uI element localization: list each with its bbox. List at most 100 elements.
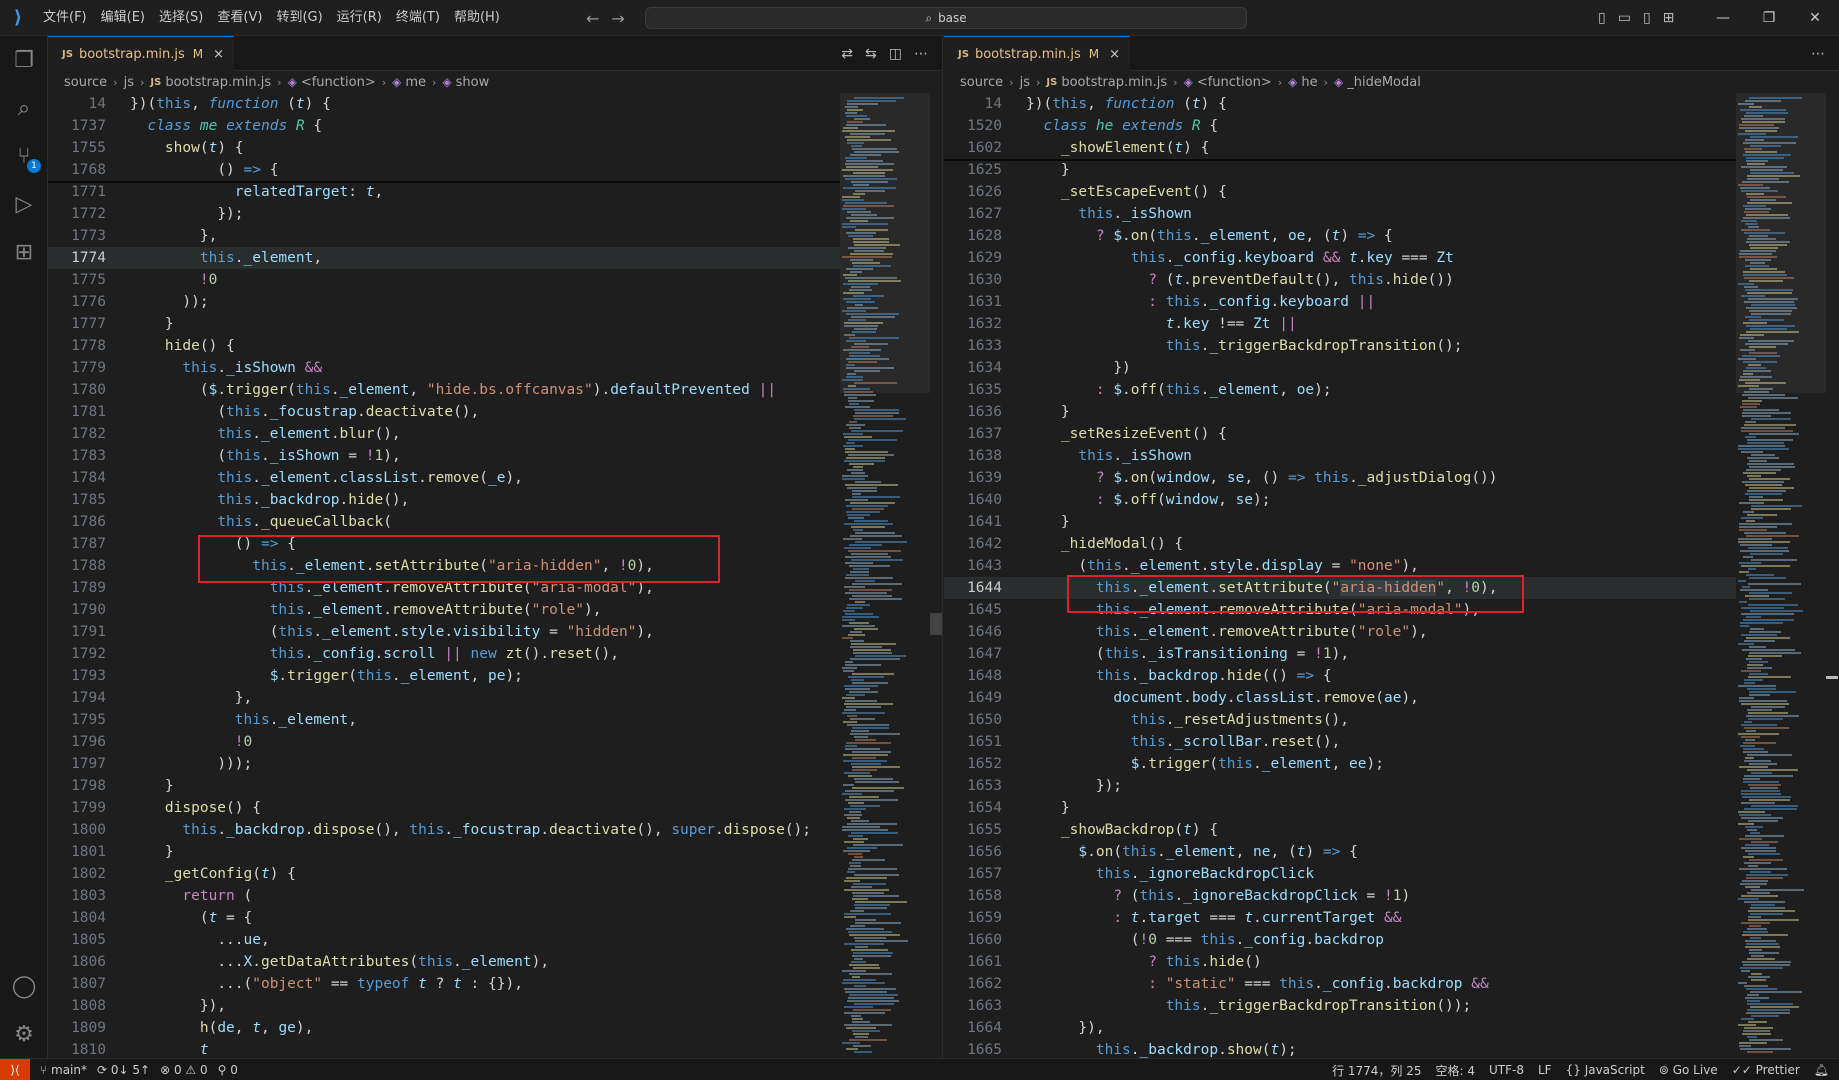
accounts-icon[interactable]: ◯ (0, 962, 48, 1010)
code-line[interactable]: 1797 ))); (48, 753, 840, 775)
code-line[interactable]: 1629 this._config.keyboard && t.key === … (944, 247, 1736, 269)
code-line[interactable]: 1809 h(de, t, ge), (48, 1017, 840, 1039)
sync-status[interactable]: ⟳ 0↓ 5↑ (97, 1063, 150, 1077)
breadcrumb-item[interactable]: _hideModal (1347, 75, 1421, 90)
menu-item[interactable]: 帮助(H) (447, 0, 507, 36)
code-line[interactable]: 1656 $.on(this._element, ne, (t) => { (944, 841, 1736, 863)
code-line[interactable]: 1630 ? (t.preventDefault(), this.hide()) (944, 269, 1736, 291)
code-line[interactable]: 1641 } (944, 511, 1736, 533)
source-control-icon[interactable]: ⑂ 1 (0, 132, 48, 180)
code-line[interactable]: 1634 }) (944, 357, 1736, 379)
code-line[interactable]: 1646 this._element.removeAttribute("role… (944, 621, 1736, 643)
code-line[interactable]: 1807 ...("object" == typeof t ? t : {}), (48, 973, 840, 995)
menu-item[interactable]: 编辑(E) (94, 0, 152, 36)
code-line[interactable]: 1768 () => { (48, 159, 840, 181)
code-line[interactable]: 1627 this._isShown (944, 203, 1736, 225)
code-line[interactable]: 1639 ? $.on(window, se, () => this._adju… (944, 467, 1736, 489)
code-line[interactable]: 1663 this._triggerBackdropTransition()); (944, 995, 1736, 1017)
code-line[interactable]: 1786 this._queueCallback( (48, 511, 840, 533)
breadcrumb-item[interactable]: he (1301, 75, 1317, 90)
code-line[interactable]: 1653 }); (944, 775, 1736, 797)
code-line[interactable]: 1782 this._element.blur(), (48, 423, 840, 445)
command-center-search[interactable]: ⌕ base (645, 7, 1247, 29)
menu-item[interactable]: 查看(V) (210, 0, 269, 36)
problems-status[interactable]: ⊗ 0 ⚠ 0 (160, 1063, 208, 1077)
code-line[interactable]: 1658 ? (this._ignoreBackdropClick = !1) (944, 885, 1736, 907)
compare-icon[interactable]: ⇆ (865, 46, 877, 62)
extensions-icon[interactable]: ⊞ (0, 228, 48, 276)
minimap[interactable] (840, 93, 930, 1058)
code-line[interactable]: 1801 } (48, 841, 840, 863)
minimap-slider[interactable] (840, 93, 930, 393)
code-line[interactable]: 1737 class me extends R { (48, 115, 840, 137)
code-line[interactable]: 1794 }, (48, 687, 840, 709)
breadcrumb-item[interactable]: bootstrap.min.js (165, 75, 271, 90)
tab-bootstrap-min-js[interactable]: JS bootstrap.min.js M × (944, 36, 1131, 71)
code-line[interactable]: 1625 } (944, 159, 1736, 181)
tab-bootstrap-min-js[interactable]: JS bootstrap.min.js M × (48, 36, 235, 71)
indentation[interactable]: 空格: 4 (1436, 1062, 1476, 1079)
search-view-icon[interactable]: ⌕ (0, 84, 48, 132)
code-editor[interactable]: 14})(this, function (t) {1737 class me e… (48, 93, 840, 1058)
code-editor[interactable]: 14})(this, function (t) {1520 class he e… (944, 93, 1736, 1058)
code-line[interactable]: 1785 this._backdrop.hide(), (48, 489, 840, 511)
code-line[interactable]: 1602 _showElement(t) { (944, 137, 1736, 159)
end-of-line[interactable]: LF (1538, 1063, 1552, 1077)
settings-gear-icon[interactable]: ⚙ (0, 1010, 48, 1058)
code-line[interactable]: 1799 dispose() { (48, 797, 840, 819)
close-window-icon[interactable]: ✕ (1792, 10, 1838, 26)
open-changes-icon[interactable]: ⇄ (841, 46, 853, 62)
close-tab-icon[interactable]: × (213, 47, 224, 62)
restore-icon[interactable]: ❐ (1746, 10, 1792, 26)
go-live-button[interactable]: ⊚ Go Live (1659, 1063, 1718, 1077)
breadcrumb-item[interactable]: source (960, 75, 1003, 90)
breadcrumb-item[interactable]: show (456, 75, 490, 90)
code-line[interactable]: 1774 this._element, (48, 247, 840, 269)
code-line[interactable]: 1636 } (944, 401, 1736, 423)
code-line[interactable]: 1780 ($.trigger(this._element, "hide.bs.… (48, 379, 840, 401)
breadcrumb-item[interactable]: <function> (1197, 75, 1272, 90)
cursor-position[interactable]: 行 1774，列 25 (1332, 1062, 1421, 1079)
code-line[interactable]: 1642 _hideModal() { (944, 533, 1736, 555)
code-line[interactable]: 1796 !0 (48, 731, 840, 753)
code-line[interactable]: 14})(this, function (t) { (944, 93, 1736, 115)
code-line[interactable]: 1781 (this._focustrap.deactivate(), (48, 401, 840, 423)
code-line[interactable]: 1795 this._element, (48, 709, 840, 731)
code-line[interactable]: 1640 : $.off(window, se); (944, 489, 1736, 511)
toggle-secondary-sidebar-icon[interactable]: ▯ (1643, 10, 1651, 26)
ports-status[interactable]: ⚲ 0 (218, 1063, 238, 1077)
minimap[interactable] (1736, 93, 1826, 1058)
breadcrumb-item[interactable]: <function> (301, 75, 376, 90)
language-mode[interactable]: {} JavaScript (1566, 1063, 1645, 1077)
breadcrumb-item[interactable]: bootstrap.min.js (1061, 75, 1167, 90)
code-line[interactable]: 1643 (this._element.style.display = "non… (944, 555, 1736, 577)
code-line[interactable]: 1662 : "static" === this._config.backdro… (944, 973, 1736, 995)
code-line[interactable]: 1804 (t = { (48, 907, 840, 929)
breadcrumb-item[interactable]: js (124, 75, 134, 90)
toggle-panel-icon[interactable]: ▭ (1618, 10, 1631, 26)
breadcrumb-item[interactable]: source (64, 75, 107, 90)
code-line[interactable]: 1800 this._backdrop.dispose(), this._foc… (48, 819, 840, 841)
code-line[interactable]: 1792 this._config.scroll || new zt().res… (48, 643, 840, 665)
code-line[interactable]: 1650 this._resetAdjustments(), (944, 709, 1736, 731)
back-arrow-icon[interactable]: ← (586, 9, 599, 28)
breadcrumb-item[interactable]: js (1020, 75, 1030, 90)
code-line[interactable]: 14})(this, function (t) { (48, 93, 840, 115)
code-line[interactable]: 1783 (this._isShown = !1), (48, 445, 840, 467)
code-line[interactable]: 1802 _getConfig(t) { (48, 863, 840, 885)
menu-item[interactable]: 文件(F) (36, 0, 94, 36)
code-line[interactable]: 1779 this._isShown && (48, 357, 840, 379)
vertical-scrollbar[interactable] (1825, 93, 1839, 1058)
forward-arrow-icon[interactable]: → (611, 9, 624, 28)
code-line[interactable]: 1810 t (48, 1039, 840, 1058)
close-tab-icon[interactable]: × (1109, 47, 1120, 62)
code-line[interactable]: 1638 this._isShown (944, 445, 1736, 467)
more-actions-icon[interactable]: ⋯ (1811, 46, 1825, 62)
toggle-sidebar-icon[interactable]: ▯ (1598, 10, 1606, 26)
code-line[interactable]: 1776 )); (48, 291, 840, 313)
prettier-status[interactable]: ✓✓ Prettier (1732, 1063, 1800, 1077)
code-line[interactable]: 1773 }, (48, 225, 840, 247)
code-line[interactable]: 1755 show(t) { (48, 137, 840, 159)
code-line[interactable]: 1626 _setEscapeEvent() { (944, 181, 1736, 203)
explorer-icon[interactable]: ❐ (0, 36, 48, 84)
